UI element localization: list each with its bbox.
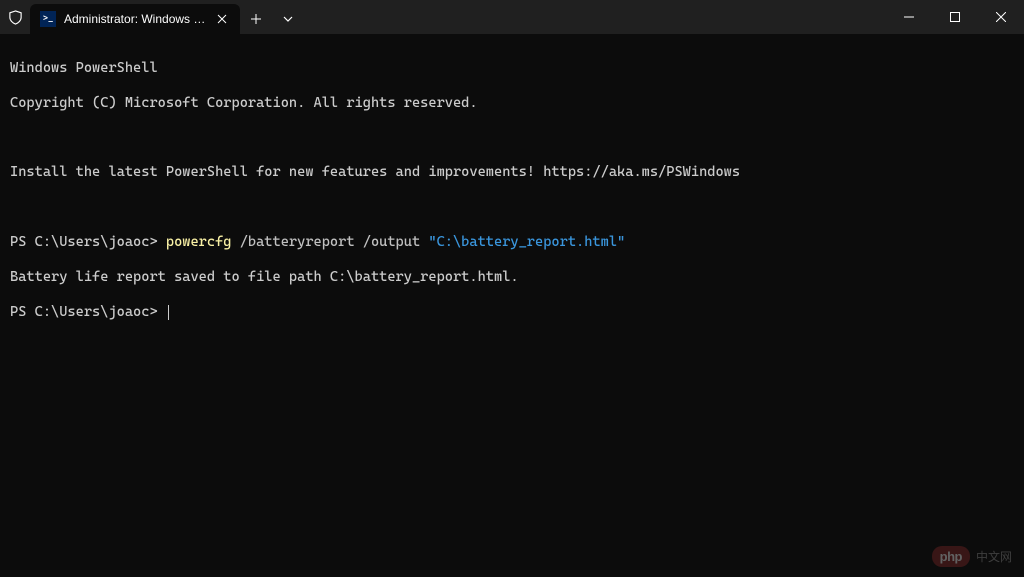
admin-shield-icon bbox=[0, 0, 30, 34]
terminal-command-line: PS C:\Users\joaoc> powercfg /batteryrepo… bbox=[10, 234, 1014, 252]
minimize-button[interactable] bbox=[886, 0, 932, 34]
plus-icon bbox=[250, 13, 262, 25]
close-icon bbox=[996, 12, 1006, 22]
close-icon bbox=[217, 14, 227, 24]
command-args: /batteryreport /output bbox=[231, 234, 428, 250]
terminal-prompt-line: PS C:\Users\joaoc> bbox=[10, 304, 1014, 322]
maximize-icon bbox=[950, 12, 960, 22]
chevron-down-icon bbox=[283, 16, 293, 22]
window-titlebar: >_ Administrator: Windows PowerS bbox=[0, 0, 1024, 34]
maximize-button[interactable] bbox=[932, 0, 978, 34]
tab-close-button[interactable] bbox=[214, 11, 230, 27]
cursor bbox=[168, 305, 169, 320]
prompt-text: PS C:\Users\joaoc> bbox=[10, 234, 158, 250]
terminal-line bbox=[10, 199, 1014, 216]
terminal-line: Install the latest PowerShell for new fe… bbox=[10, 164, 1014, 182]
terminal-line: Battery life report saved to file path C… bbox=[10, 269, 1014, 287]
prompt-text: PS C:\Users\joaoc> bbox=[10, 304, 158, 320]
command-name: powercfg bbox=[166, 234, 232, 250]
watermark-text: 中文网 bbox=[976, 548, 1012, 565]
terminal-line: Copyright (C) Microsoft Corporation. All… bbox=[10, 95, 1014, 113]
tab-title: Administrator: Windows PowerS bbox=[64, 12, 206, 26]
close-window-button[interactable] bbox=[978, 0, 1024, 34]
titlebar-left: >_ Administrator: Windows PowerS bbox=[0, 0, 886, 34]
minimize-icon bbox=[904, 12, 914, 22]
powershell-icon: >_ bbox=[40, 11, 56, 27]
new-tab-button[interactable] bbox=[240, 4, 272, 34]
terminal-output[interactable]: Windows PowerShell Copyright (C) Microso… bbox=[0, 34, 1024, 347]
watermark-logo: php bbox=[932, 546, 970, 567]
terminal-line: Windows PowerShell bbox=[10, 60, 1014, 78]
window-controls bbox=[886, 0, 1024, 34]
watermark: php 中文网 bbox=[932, 546, 1012, 567]
terminal-line bbox=[10, 130, 1014, 147]
command-string-arg: "C:\battery_report.html" bbox=[428, 234, 625, 250]
active-tab[interactable]: >_ Administrator: Windows PowerS bbox=[30, 4, 240, 34]
tab-dropdown-button[interactable] bbox=[272, 4, 304, 34]
